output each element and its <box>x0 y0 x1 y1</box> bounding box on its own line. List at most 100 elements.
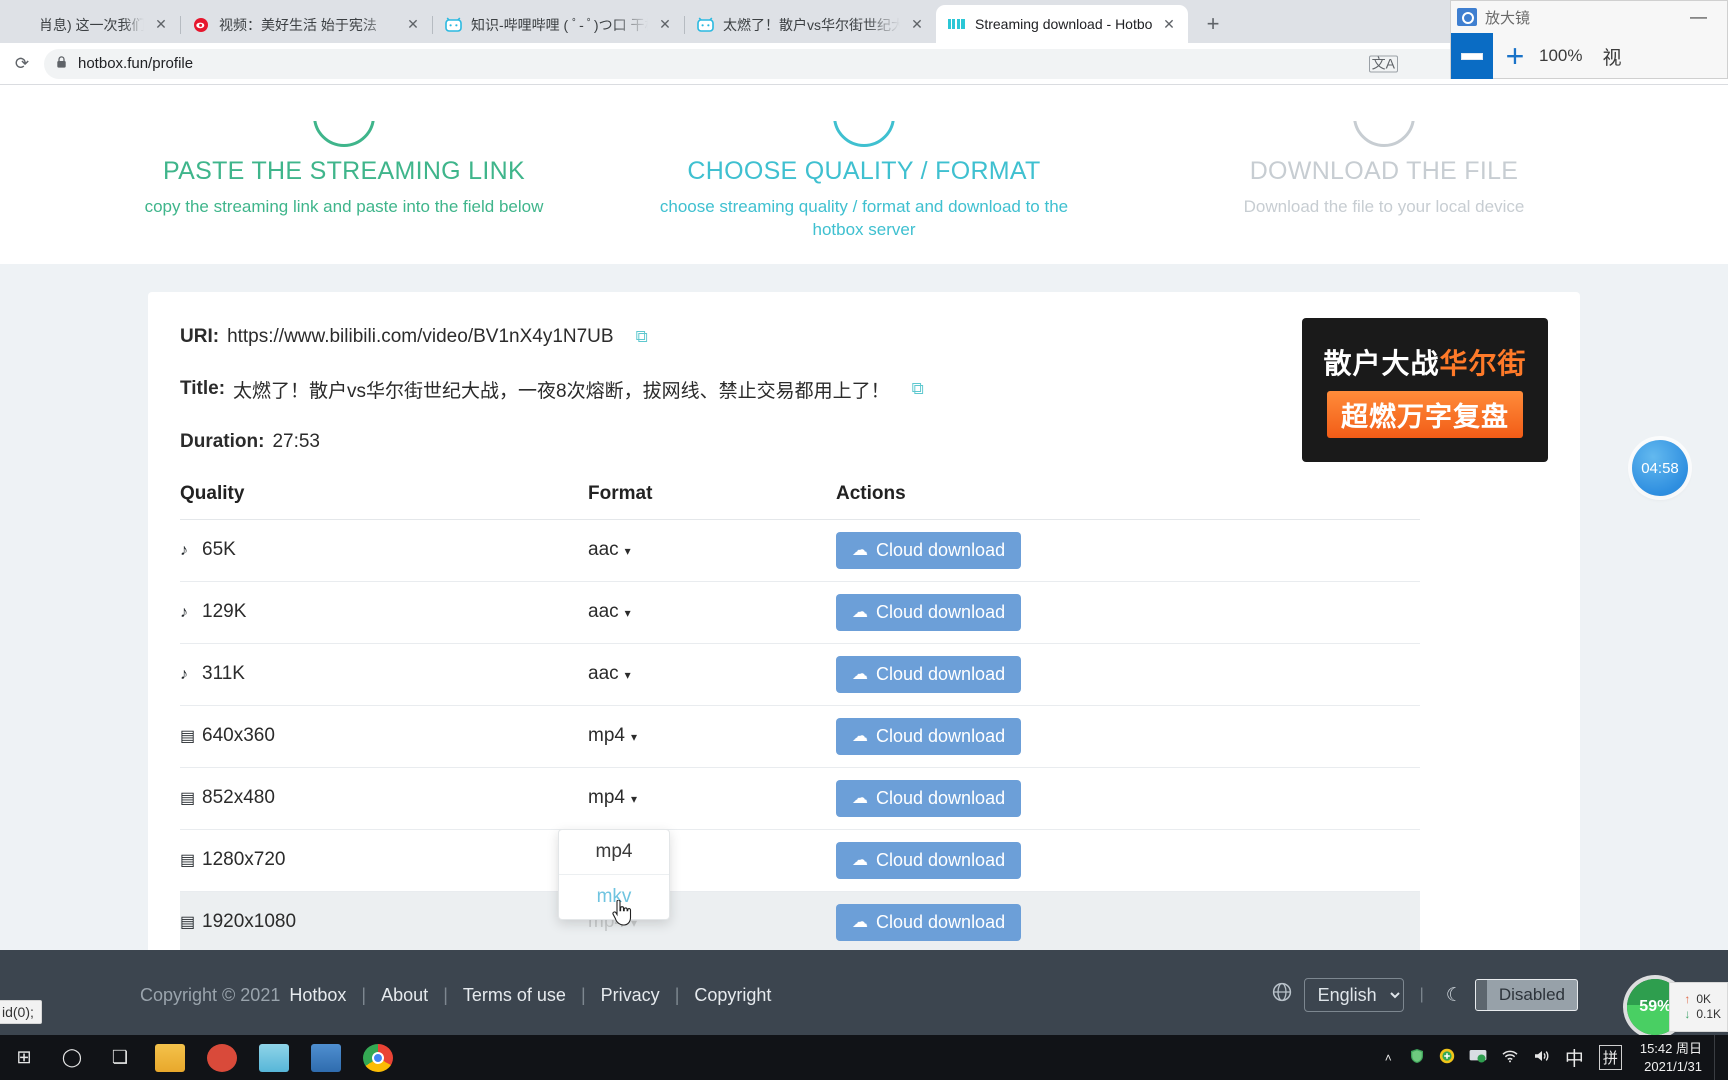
film-icon: ▤ <box>180 728 196 746</box>
wps-icon <box>207 1043 237 1072</box>
show-desktop-button[interactable] <box>1714 1035 1722 1080</box>
reload-icon[interactable]: ⟳ <box>8 50 36 78</box>
duration-value: 27:53 <box>272 430 320 452</box>
format-dropdown-toggle[interactable]: aac ▾ <box>588 663 631 685</box>
taskbar-app-media[interactable] <box>300 1035 352 1080</box>
footer-separator: | <box>1419 986 1424 1003</box>
page-footer: Copyright © 2021 Hotbox | About | Terms … <box>0 950 1728 1040</box>
cloud-download-button[interactable]: ☁ Cloud download <box>836 779 1022 817</box>
language-select[interactable]: English <box>1303 978 1404 1012</box>
quality-value: 1920x1080 <box>202 911 297 933</box>
cloud-download-button[interactable]: ☁ Cloud download <box>836 593 1022 631</box>
antivirus-icon[interactable] <box>1432 1048 1462 1068</box>
dropdown-option-mp4[interactable]: mp4 <box>559 830 669 875</box>
cloud-download-button[interactable]: ☁ Cloud download <box>836 717 1022 755</box>
start-button[interactable]: ⊞ <box>0 1035 48 1080</box>
footer-link-about[interactable]: About <box>381 985 428 1005</box>
cloud-icon: ☁ <box>852 604 868 622</box>
browser-tab-1[interactable]: 肖息) 这一次我们要对疫情 ✕ <box>0 6 181 43</box>
pinyin-indicator[interactable]: 拼 <box>1598 1045 1622 1070</box>
tab-close-icon[interactable]: ✕ <box>654 14 676 36</box>
monitor-icon[interactable] <box>1462 1049 1494 1067</box>
tab-title: 知识-哔哩哔哩 ( ﾟ- ﾟ)つ口 干杯 <box>471 16 648 33</box>
page-viewport: PASTE THE STREAMING LINK copy the stream… <box>0 85 1728 1040</box>
column-header-format: Format <box>588 474 836 520</box>
tab-close-icon[interactable]: ✕ <box>150 14 172 36</box>
quality-value: 1280x720 <box>202 849 286 871</box>
cell-actions: ☁ Cloud download <box>836 643 1420 706</box>
cloud-download-button[interactable]: ☁ Cloud download <box>836 841 1022 879</box>
minimize-icon[interactable]: — <box>1676 7 1721 27</box>
zoom-in-button[interactable]: + <box>1493 33 1537 79</box>
search-icon[interactable]: ◯ <box>48 1035 96 1080</box>
taskbar-app-explorer[interactable] <box>144 1035 196 1080</box>
magnifier-window[interactable]: 放大镜 — + 100% 视 <box>1450 0 1728 79</box>
uri-value: https://www.bilibili.com/video/BV1nX4y1N… <box>227 325 614 347</box>
tab-close-icon[interactable]: ✕ <box>1158 13 1180 35</box>
cloud-download-button[interactable]: ☁ Cloud download <box>836 903 1022 941</box>
wifi-icon[interactable] <box>1494 1049 1526 1067</box>
timer-badge[interactable]: 04:58 <box>1632 440 1688 496</box>
footer-links: Copyright © 2021 Hotbox | About | Terms … <box>140 985 775 1006</box>
format-dropdown-toggle[interactable]: aac ▾ <box>588 539 631 561</box>
cell-quality: ▤ 1920x1080 <box>180 891 588 954</box>
clock-time: 15:42 周日 <box>1639 1040 1702 1056</box>
ime-language-indicator[interactable]: 中 <box>1558 1044 1591 1071</box>
cell-actions: ☁ Cloud download <box>836 767 1420 830</box>
footer-link-hotbox[interactable]: Hotbox <box>289 985 346 1005</box>
format-value: aac <box>588 539 619 561</box>
taskbar-app-wps[interactable] <box>196 1035 248 1080</box>
translate-icon[interactable]: 文A <box>1368 55 1398 72</box>
bilibili-icon <box>444 16 462 34</box>
footer-link-terms[interactable]: Terms of use <box>463 985 566 1005</box>
taskbar-clock[interactable]: 15:42 周日 2021/1/31 <box>1630 1040 1714 1075</box>
cloud-icon: ☁ <box>852 914 868 932</box>
table-row: ♪ 65K aac ▾ ☁ Cloud download <box>180 519 1420 582</box>
taskbar-app-chrome[interactable] <box>352 1035 404 1080</box>
cell-format: aac ▾ <box>588 643 836 706</box>
tab-close-icon[interactable]: ✕ <box>402 14 424 36</box>
hotbox-icon <box>948 15 966 33</box>
table-row: ▤1280x720 mp4▾ ☁Cloud download <box>180 829 1420 892</box>
quality-table: Quality Format Actions ♪ 65K aac ▾ ☁ Clo… <box>180 474 1420 954</box>
cell-quality: ▤ 640x360 <box>180 705 588 768</box>
chevron-up-icon[interactable]: ˄ <box>1375 1051 1402 1065</box>
taskbar-app-mail[interactable] <box>248 1035 300 1080</box>
copy-uri-icon[interactable]: ⧉ <box>636 327 648 347</box>
copy-title-icon[interactable]: ⧉ <box>912 379 924 399</box>
task-view-icon[interactable]: ❏ <box>96 1035 144 1080</box>
video-thumbnail: 散户大战华尔街 超燃万字复盘 <box>1302 317 1548 462</box>
browser-tab-4[interactable]: 太燃了！散户vs华尔街世纪大战 ✕ <box>684 6 937 43</box>
browser-tab-5-active[interactable]: Streaming download - Hotbox ✕ <box>936 5 1188 43</box>
format-dropdown-toggle[interactable]: mp4 ▾ <box>588 725 637 747</box>
table-row: ♪ 129K aac ▾ ☁ Cloud download <box>180 581 1420 644</box>
clock-date: 2021/1/31 <box>1644 1058 1702 1074</box>
footer-link-copyright[interactable]: Copyright <box>694 985 771 1005</box>
chevron-down-icon: ▾ <box>630 792 637 807</box>
format-dropdown-toggle[interactable]: mp4 ▾ <box>588 787 637 809</box>
browser-tab-3[interactable]: 知识-哔哩哔哩 ( ﾟ- ﾟ)つ口 干杯 ✕ <box>432 6 685 43</box>
tab-title: 肖息) 这一次我们要对疫情 <box>39 16 144 33</box>
dark-mode-toggle[interactable]: Disabled <box>1474 979 1578 1011</box>
arrow-up-icon: ↑ <box>1684 992 1691 1006</box>
browser-tab-2[interactable]: 视频：美好生活 始于宪法 ✕ <box>180 6 433 43</box>
title-value: 太燃了！散户vs华尔街世纪大战，一夜8次熔断，拔网线、禁止交易都用上了！ <box>233 380 890 402</box>
cloud-download-button[interactable]: ☁ Cloud download <box>836 655 1022 693</box>
download-speed: 0.1K <box>1696 1007 1721 1021</box>
volume-icon[interactable] <box>1526 1049 1558 1067</box>
cell-quality: ▤ 852x480 <box>180 767 588 830</box>
network-monitor-widget[interactable]: 59% ↑ 0K ↓ 0.1K <box>1627 978 1728 1036</box>
quality-value: 65K <box>202 539 236 561</box>
tab-close-icon[interactable]: ✕ <box>906 14 928 36</box>
cloud-download-button[interactable]: ☁ Cloud download <box>836 531 1022 569</box>
magnifier-view-menu[interactable]: 视 <box>1602 43 1621 70</box>
zoom-out-button[interactable] <box>1451 33 1493 79</box>
step-desc: copy the streaming link and paste into t… <box>144 197 544 216</box>
quality-value: 852x480 <box>202 787 275 809</box>
footer-link-privacy[interactable]: Privacy <box>601 985 660 1005</box>
format-dropdown-toggle[interactable]: aac ▾ <box>588 601 631 623</box>
shield-icon[interactable] <box>1402 1048 1432 1068</box>
dark-mode-label: Disabled <box>1498 985 1565 1004</box>
cell-actions: ☁ Cloud download <box>836 519 1420 582</box>
new-tab-button[interactable]: + <box>1196 7 1230 41</box>
